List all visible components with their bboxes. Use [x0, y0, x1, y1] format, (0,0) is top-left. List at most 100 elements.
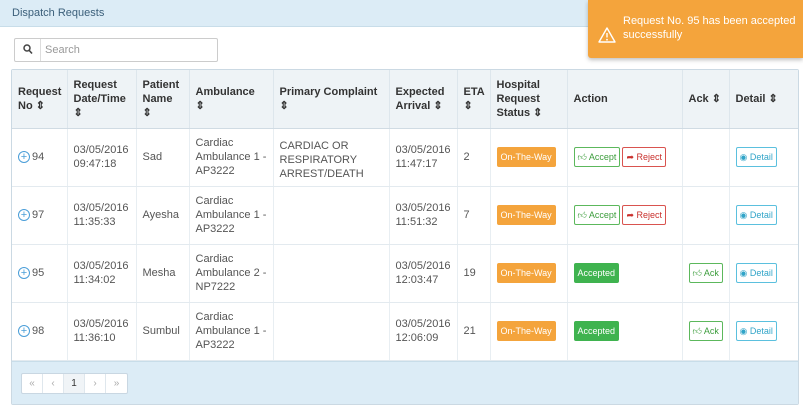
accept-button[interactable]: 👍︎ Accept: [573, 205, 621, 225]
col-patient-name[interactable]: Patient Name ⇕: [136, 70, 190, 129]
table-footer: « ‹ 1 › »: [12, 361, 798, 404]
detail-button[interactable]: ◉ Detail: [735, 321, 777, 341]
cell-patient: Sad: [136, 128, 190, 187]
col-eta[interactable]: ETA ⇕: [457, 70, 491, 129]
cell-patient: Mesha: [136, 244, 190, 303]
cell-action: Accepted: [567, 244, 683, 303]
thumbs-up-icon: 👍︎: [577, 210, 587, 220]
thumbs-up-icon: 👍︎: [577, 152, 587, 162]
cell-complaint: [273, 244, 390, 303]
page-title: Dispatch Requests: [12, 7, 105, 19]
eye-icon: ◉: [739, 268, 748, 278]
cell-expected: 03/05/2016 11:51:32: [389, 186, 458, 245]
cell-datetime: 03/05/2016 11:36:10: [67, 302, 137, 361]
reject-button[interactable]: ➦ Reject: [622, 147, 667, 167]
reject-button[interactable]: ➦ Reject: [622, 205, 667, 225]
cell-expected: 03/05/2016 11:47:17: [389, 128, 458, 187]
cell-datetime: 03/05/2016 11:35:33: [67, 186, 137, 245]
cell-ack: 👍︎ Ack: [682, 302, 730, 361]
share-icon: ➦: [626, 210, 634, 220]
pagination: « ‹ 1 › »: [21, 373, 128, 394]
ack-button[interactable]: 👍︎ Ack: [688, 321, 723, 341]
cell-ambulance: Cardiac Ambulance 1 - AP3222: [189, 128, 274, 187]
col-ack[interactable]: Ack ⇕: [682, 70, 730, 129]
cell-request-no: +95: [12, 244, 68, 303]
cell-ambulance: Cardiac Ambulance 1 - AP3222: [189, 302, 274, 361]
col-primary-complaint[interactable]: Primary Complaint ⇕: [273, 70, 390, 129]
cell-complaint: [273, 186, 390, 245]
cell-detail: ◉ Detail: [729, 128, 798, 187]
expand-row-icon[interactable]: +: [18, 209, 30, 222]
cell-detail: ◉ Detail: [729, 302, 798, 361]
cell-request-no: +94: [12, 128, 68, 187]
cell-ack: [682, 186, 730, 245]
cell-datetime: 03/05/2016 11:34:02: [67, 244, 137, 303]
eye-icon: ◉: [739, 210, 748, 220]
page-prev-button[interactable]: ‹: [43, 374, 64, 393]
cell-ack: [682, 128, 730, 187]
accept-button[interactable]: 👍︎ Accept: [573, 147, 621, 167]
cell-ack: 👍︎ Ack: [682, 244, 730, 303]
status-badge: On-The-Way: [496, 205, 556, 225]
cell-expected: 03/05/2016 12:06:09: [389, 302, 458, 361]
dispatch-table: Request No ⇕ Request Date/Time ⇕ Patient…: [12, 70, 798, 361]
status-badge: On-The-Way: [496, 147, 556, 167]
col-request-datetime[interactable]: Request Date/Time ⇕: [67, 70, 137, 129]
cell-detail: ◉ Detail: [729, 244, 798, 303]
expand-row-icon[interactable]: +: [18, 151, 30, 164]
expand-row-icon[interactable]: +: [18, 267, 30, 280]
col-expected-arrival[interactable]: Expected Arrival ⇕: [389, 70, 458, 129]
table-row: +94 03/05/2016 09:47:18 Sad Cardiac Ambu…: [12, 128, 798, 187]
expand-row-icon[interactable]: +: [18, 325, 30, 338]
search-input[interactable]: [45, 41, 213, 59]
status-badge: On-The-Way: [496, 321, 556, 341]
thumbs-up-icon: 👍︎: [692, 326, 702, 336]
cell-patient: Sumbul: [136, 302, 190, 361]
table-row: +98 03/05/2016 11:36:10 Sumbul Cardiac A…: [12, 302, 798, 361]
cell-ambulance: Cardiac Ambulance 1 - AP3222: [189, 186, 274, 245]
cell-eta: 21: [457, 302, 491, 361]
detail-button[interactable]: ◉ Detail: [735, 263, 777, 283]
col-ambulance[interactable]: Ambulance ⇕: [189, 70, 274, 129]
cell-eta: 7: [457, 186, 491, 245]
cell-patient: Ayesha: [136, 186, 190, 245]
search-box: [14, 38, 218, 62]
detail-button[interactable]: ◉ Detail: [735, 205, 777, 225]
cell-eta: 2: [457, 128, 491, 187]
cell-action: 👍︎ Accept ➦ Reject: [567, 186, 683, 245]
col-detail[interactable]: Detail ⇕: [729, 70, 798, 129]
col-action: Action: [567, 70, 683, 129]
cell-expected: 03/05/2016 12:03:47: [389, 244, 458, 303]
cell-status: On-The-Way: [490, 302, 568, 361]
page-next-button[interactable]: ›: [85, 374, 106, 393]
page-current-button[interactable]: 1: [64, 374, 85, 393]
cell-eta: 19: [457, 244, 491, 303]
ack-button[interactable]: 👍︎ Ack: [688, 263, 723, 283]
dispatch-table-container: Request No ⇕ Request Date/Time ⇕ Patient…: [11, 69, 799, 405]
page-first-button[interactable]: «: [22, 374, 43, 393]
warning-icon: [598, 27, 616, 43]
table-row: +95 03/05/2016 11:34:02 Mesha Cardiac Am…: [12, 244, 798, 303]
cell-action: 👍︎ Accept ➦ Reject: [567, 128, 683, 187]
cell-ambulance: Cardiac Ambulance 2 - NP7222: [189, 244, 274, 303]
accepted-badge: Accepted: [573, 263, 620, 283]
cell-datetime: 03/05/2016 09:47:18: [67, 128, 137, 187]
cell-request-no: +98: [12, 302, 68, 361]
detail-button[interactable]: ◉ Detail: [735, 147, 777, 167]
toast-message: Request No. 95 has been accepted success…: [623, 15, 796, 41]
search-icon: [23, 44, 33, 55]
accepted-badge: Accepted: [573, 321, 620, 341]
status-badge: On-The-Way: [496, 263, 556, 283]
success-toast[interactable]: Request No. 95 has been accepted success…: [588, 0, 803, 58]
cell-status: On-The-Way: [490, 244, 568, 303]
col-request-no[interactable]: Request No ⇕: [12, 70, 68, 129]
col-hospital-status[interactable]: Hospital Request Status ⇕: [490, 70, 568, 129]
table-header-row: Request No ⇕ Request Date/Time ⇕ Patient…: [12, 70, 798, 129]
search-button[interactable]: [15, 39, 41, 61]
table-row: +97 03/05/2016 11:35:33 Ayesha Cardiac A…: [12, 186, 798, 245]
eye-icon: ◉: [739, 152, 748, 162]
page-last-button[interactable]: »: [106, 374, 127, 393]
thumbs-up-icon: 👍︎: [692, 268, 702, 278]
cell-request-no: +97: [12, 186, 68, 245]
eye-icon: ◉: [739, 326, 748, 336]
